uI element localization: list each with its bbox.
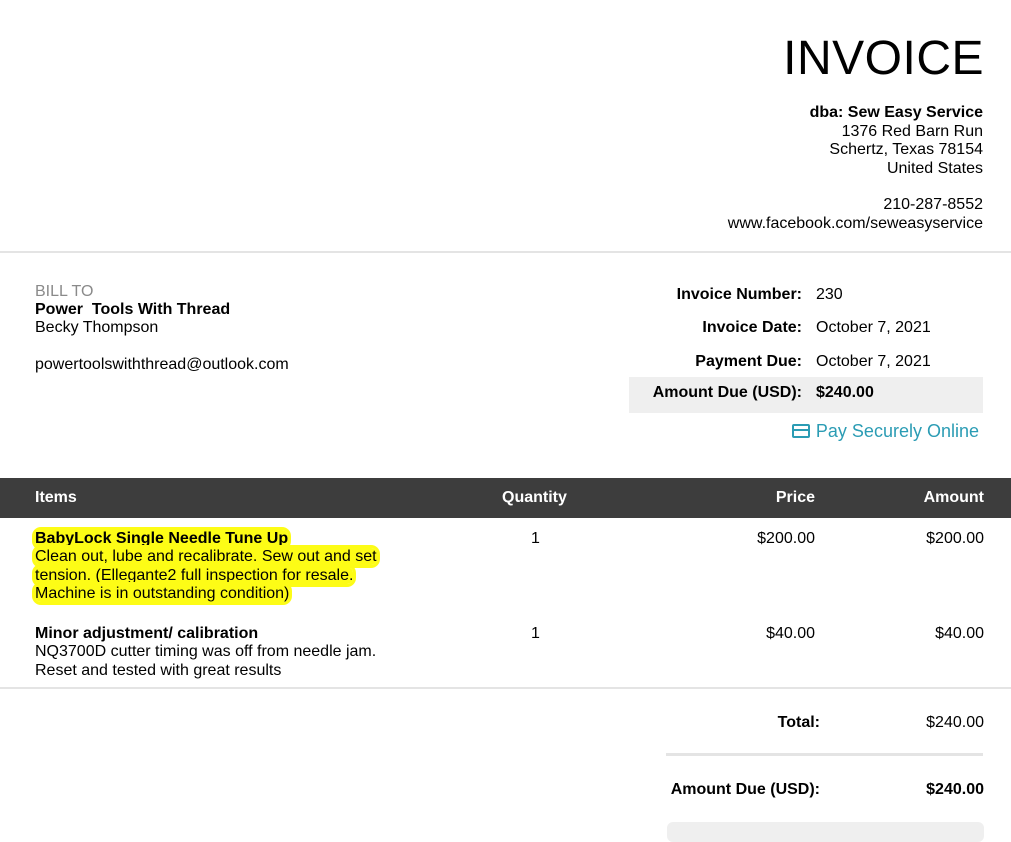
pay-securely-online-link[interactable]: Pay Securely Online [791,420,979,442]
item-description-line: NQ3700D cutter timing was off from needl… [35,643,377,660]
item-description-line: Machine is in outstanding condition) [35,585,290,602]
item-amount: $200.00 [926,530,984,547]
item-description-line: Clean out, lube and recalibrate. Sew out… [35,548,377,565]
credit-card-icon [791,424,810,438]
company-contact: 210-287-8552 www.facebook.com/seweasyser… [728,196,983,233]
header-quantity: Quantity [502,489,567,506]
company-phone: 210-287-8552 [883,196,983,213]
company-name: dba: Sew Easy Service [809,104,983,121]
item-description-line: tension. (Ellegante2 full inspection for… [35,566,354,584]
table-row: BabyLock Single Needle Tune Up Clean out… [35,530,405,604]
total-amount-due-value: $240.00 [926,781,984,798]
invoice-date-value: October 7, 2021 [816,319,931,336]
company-city: Schertz, Texas 78154 [829,141,983,158]
item-title: Minor adjustment/ calibration [35,625,259,642]
invoice-number-label: Invoice Number: [676,286,802,303]
item-title: BabyLock Single Needle Tune Up [35,530,289,547]
amount-due-value: $240.00 [816,384,874,401]
table-row: Minor adjustment/ calibration NQ3700D cu… [35,625,435,680]
pay-link-label: Pay Securely Online [815,421,979,441]
bill-to-email[interactable]: powertoolswiththread@outlook.com [35,356,289,374]
total-label: Total: [777,714,820,731]
company-website[interactable]: www.facebook.com/seweasyservice [728,215,983,234]
bill-to-contact: Becky Thompson [35,319,159,336]
header-items: Items [35,489,77,506]
item-quantity: 1 [531,530,540,547]
items-divider [0,687,1011,689]
header-price: Price [775,489,815,506]
total-value: $240.00 [926,714,984,731]
invoice-number-value: 230 [816,286,843,303]
total-amount-due-label: Amount Due (USD): [670,781,820,798]
payment-due-value: October 7, 2021 [816,353,931,370]
header-amount: Amount [923,489,984,506]
amount-due-label: Amount Due (USD): [652,384,802,401]
totals-divider [666,753,983,756]
company-country: United States [886,159,983,177]
company-address: dba: Sew Easy Service 1376 Red Barn Run … [810,104,983,178]
item-price: $200.00 [757,530,815,547]
company-street: 1376 Red Barn Run [841,122,983,140]
bill-to-label: BILL TO [35,283,94,300]
bill-to-name: Power Tools With Thread [35,301,231,318]
item-quantity: 1 [531,625,540,642]
item-amount: $40.00 [935,625,984,642]
item-price: $40.00 [766,625,815,642]
header-divider [0,251,1011,253]
invoice-date-label: Invoice Date: [702,319,802,336]
items-table-header: Items Quantity Price Amount [0,478,1011,518]
invoice-title: INVOICE [783,32,984,85]
item-description-line: Reset and tested with great results [35,661,282,679]
footer-box [667,822,984,842]
payment-due-label: Payment Due: [695,353,802,370]
